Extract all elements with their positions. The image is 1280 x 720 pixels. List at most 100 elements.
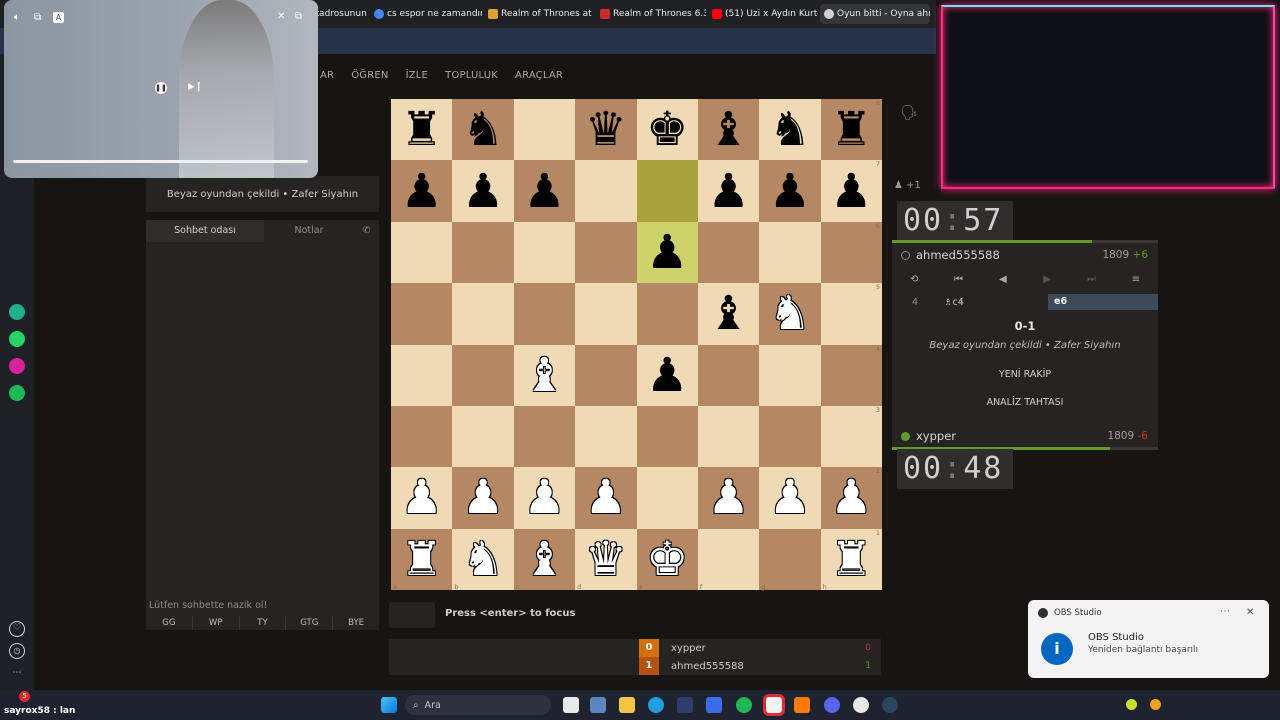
- square-f7[interactable]: ♟: [697, 160, 760, 222]
- square-e5[interactable]: [636, 283, 698, 345]
- close-icon[interactable]: ✕: [277, 11, 285, 22]
- black-piece[interactable]: ♟: [646, 229, 688, 276]
- white-piece[interactable]: ♟: [462, 474, 504, 521]
- square-f6[interactable]: [697, 221, 760, 284]
- square-h8[interactable]: ♜ 8: [820, 99, 882, 161]
- video-progress-bar[interactable]: [13, 160, 308, 163]
- black-piece[interactable]: ♜: [830, 106, 872, 153]
- square-c8[interactable]: [513, 99, 576, 161]
- quick-button-gg[interactable]: GG: [146, 616, 192, 630]
- white-piece[interactable]: ♝: [523, 536, 565, 583]
- black-piece[interactable]: ♟: [707, 168, 749, 215]
- voice-icon[interactable]: 🗣︎: [900, 105, 918, 121]
- opera-icon[interactable]: [763, 694, 785, 716]
- square-d5[interactable]: [575, 283, 637, 345]
- white-piece[interactable]: ♜: [830, 536, 872, 583]
- white-piece[interactable]: ♟: [769, 474, 811, 521]
- vlc-icon[interactable]: [794, 697, 810, 713]
- mail-icon[interactable]: [706, 697, 722, 713]
- tab-notes[interactable]: Notlar: [264, 220, 354, 242]
- black-piece[interactable]: ♟: [830, 168, 872, 215]
- square-g8[interactable]: ♞: [759, 99, 821, 161]
- square-b8[interactable]: ♞: [452, 99, 514, 161]
- square-h4[interactable]: 4: [820, 344, 882, 406]
- white-piece[interactable]: ♜: [401, 536, 443, 583]
- nav-item-community[interactable]: TOPLULUK: [445, 70, 498, 81]
- browser-tab-active[interactable]: Oyun bitti - Oyna ahmed5: [820, 4, 930, 24]
- whatsapp-icon[interactable]: [9, 331, 25, 347]
- white-piece[interactable]: ♟: [585, 474, 627, 521]
- tab-chat-room[interactable]: Sohbet odası: [146, 220, 264, 242]
- close-icon[interactable]: ✕: [1246, 607, 1254, 618]
- square-a7[interactable]: ♟: [391, 160, 453, 222]
- obs-notification[interactable]: OBS Studio ⋯ ✕ i OBS Studio Yeniden bağl…: [1028, 600, 1269, 678]
- black-piece[interactable]: ♟: [646, 352, 688, 399]
- square-d4[interactable]: [575, 344, 637, 406]
- square-d3[interactable]: [575, 405, 637, 468]
- square-g7[interactable]: ♟: [759, 160, 821, 222]
- nav-item-learn[interactable]: ÖĞREN: [351, 70, 388, 81]
- white-piece[interactable]: ♞: [769, 290, 811, 337]
- chatgpt-icon[interactable]: [9, 304, 25, 320]
- square-b2[interactable]: ♟: [452, 467, 514, 529]
- square-g6[interactable]: [759, 221, 821, 284]
- square-b1[interactable]: ♞ b: [452, 528, 514, 590]
- square-e7[interactable]: [636, 160, 698, 222]
- bottom-player[interactable]: xypper 1809 -6: [892, 425, 1158, 447]
- next-track-icon[interactable]: ▶❙: [188, 82, 202, 92]
- captions-icon[interactable]: ⧉: [34, 12, 41, 23]
- square-g3[interactable]: [759, 405, 821, 468]
- square-f3[interactable]: [697, 405, 760, 468]
- square-c6[interactable]: [513, 221, 576, 284]
- square-f1[interactable]: f: [697, 528, 760, 590]
- white-piece[interactable]: ♚: [646, 536, 688, 583]
- square-c3[interactable]: [513, 405, 576, 468]
- square-c7[interactable]: ♟: [513, 160, 576, 222]
- browser-tab[interactable]: (51) Uzi x Aydın Kurtoğ: [708, 4, 818, 24]
- square-d7[interactable]: [575, 160, 637, 222]
- square-d2[interactable]: ♟: [575, 467, 637, 529]
- black-piece[interactable]: ♟: [462, 168, 504, 215]
- browser-tab[interactable]: kadrosunun A: [310, 4, 368, 24]
- new-opponent-button[interactable]: YENİ RAKİP: [892, 369, 1158, 380]
- edge-icon[interactable]: [648, 697, 664, 713]
- quick-button-bye[interactable]: BYE: [332, 616, 379, 630]
- black-piece[interactable]: ♟: [523, 168, 565, 215]
- square-e6[interactable]: ♟: [636, 221, 698, 284]
- flip-board-icon[interactable]: ⟲: [892, 270, 936, 290]
- move-input-box[interactable]: [389, 602, 435, 628]
- chat-input[interactable]: Lütfen sohbette nazik ol!: [146, 600, 379, 614]
- white-piece[interactable]: ♞: [462, 536, 504, 583]
- tray-icon[interactable]: [1150, 699, 1161, 710]
- square-b5[interactable]: [452, 283, 514, 345]
- taskbar-search[interactable]: ⌕ Ara: [405, 695, 551, 715]
- chatgpt-icon[interactable]: [853, 697, 869, 713]
- black-piece[interactable]: ♞: [462, 106, 504, 153]
- square-f8[interactable]: ♝: [697, 99, 760, 161]
- square-h6[interactable]: 6: [820, 221, 882, 284]
- phone-icon[interactable]: ✆: [354, 220, 379, 242]
- nav-item-play[interactable]: AR: [320, 70, 334, 81]
- menu-icon[interactable]: ≡: [1114, 270, 1158, 290]
- black-piece[interactable]: ♛: [585, 106, 627, 153]
- quick-button-wp[interactable]: WP: [191, 616, 239, 630]
- previous-move-icon[interactable]: ◀: [981, 270, 1025, 290]
- white-piece[interactable]: ♟: [401, 474, 443, 521]
- chess-board[interactable]: ♜ ♞ ♛ ♚ ♝ ♞ ♜ 8 ♟ ♟ ♟ ♟ ♟ ♟ 7 ♟ 6 ♝ ♞ 5 ♝ ♟ 4 3 ♟ ♟ ♟ ♟ ♟ ♟ ♟ 2 ♜ a ♞ b ♝ c ♛ d…: [391, 99, 882, 590]
- square-h5[interactable]: 5: [820, 283, 882, 345]
- square-a1[interactable]: ♜ a: [391, 528, 453, 590]
- square-b6[interactable]: [452, 221, 514, 284]
- square-c5[interactable]: [513, 283, 576, 345]
- volume-icon[interactable]: 🔈︎: [14, 12, 20, 23]
- folder-icon[interactable]: [619, 697, 635, 713]
- spotify-icon[interactable]: [736, 697, 752, 713]
- more-options-icon[interactable]: ⋯: [1220, 606, 1230, 617]
- top-player[interactable]: ahmed555588 1809 +6: [892, 244, 1158, 266]
- square-b3[interactable]: [452, 405, 514, 468]
- square-c1[interactable]: ♝ c: [513, 528, 576, 590]
- heart-icon[interactable]: ♡: [9, 621, 25, 637]
- square-h3[interactable]: 3: [820, 405, 882, 468]
- square-e8[interactable]: ♚: [636, 99, 698, 161]
- square-e2[interactable]: [636, 467, 698, 529]
- clock-icon[interactable]: ◷: [9, 643, 25, 659]
